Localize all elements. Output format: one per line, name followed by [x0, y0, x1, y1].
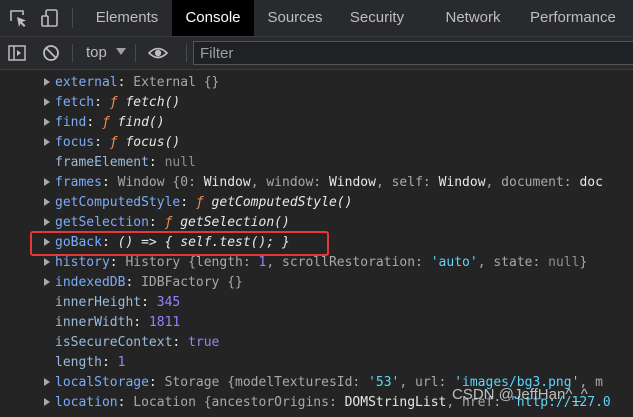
toolbar-divider: [135, 44, 136, 62]
toolbar-divider: [186, 44, 187, 62]
inspect-element-icon[interactable]: [8, 8, 28, 28]
filter-input[interactable]: [193, 41, 633, 65]
property-row-find[interactable]: find: ƒ find(): [0, 113, 633, 133]
expand-arrow-icon[interactable]: [44, 278, 50, 286]
property-row-getComputedStyle[interactable]: getComputedStyle: ƒ getComputedStyle(): [0, 193, 633, 213]
tab-console[interactable]: Console: [172, 0, 254, 36]
watermark: CSDN @JeffHan^_^: [452, 386, 588, 403]
property-row-history[interactable]: history: History {length: 1, scrollResto…: [0, 253, 633, 273]
expand-arrow-icon[interactable]: [44, 78, 50, 86]
property-row-external[interactable]: external: External {}: [0, 73, 633, 93]
property-row-focus[interactable]: focus: ƒ focus(): [0, 133, 633, 153]
property-row-isSecureContext: isSecureContext: true: [55, 335, 220, 350]
tab-performance[interactable]: Performance: [518, 0, 633, 36]
property-row-length: length: 1: [55, 355, 126, 370]
context-selector[interactable]: top: [86, 37, 107, 69]
tabbar-divider: [72, 8, 73, 28]
tab-security[interactable]: Security: [336, 0, 418, 36]
tab-elements[interactable]: Elements: [82, 0, 172, 36]
property-row-innerHeight: innerHeight: 345: [55, 295, 181, 310]
toolbar-divider: [72, 44, 73, 62]
property-row-frames[interactable]: frames: Window {0: Window, window: Windo…: [0, 173, 633, 193]
expand-arrow-icon[interactable]: [44, 118, 50, 126]
expand-arrow-icon[interactable]: [44, 398, 50, 406]
tab-sources[interactable]: Sources: [254, 0, 336, 36]
devtools-tabbar: Elements Console Sources Security Networ…: [0, 0, 633, 37]
property-row-indexedDB[interactable]: indexedDB: IDBFactory {}: [0, 273, 633, 293]
expand-arrow-icon[interactable]: [44, 98, 50, 106]
console-toolbar: top: [0, 37, 633, 70]
expand-arrow-icon[interactable]: [44, 138, 50, 146]
property-row-frameElement: frameElement: null: [55, 155, 196, 170]
eye-icon[interactable]: [148, 43, 168, 63]
expand-arrow-icon[interactable]: [44, 218, 50, 226]
expand-arrow-icon[interactable]: [44, 198, 50, 206]
expand-arrow-icon[interactable]: [44, 378, 50, 386]
chevron-down-icon[interactable]: [116, 48, 126, 55]
property-row-innerWidth: innerWidth: 1811: [55, 315, 181, 330]
clear-console-icon[interactable]: [41, 43, 61, 63]
property-row-getSelection[interactable]: getSelection: ƒ getSelection(): [0, 213, 633, 233]
tab-network[interactable]: Network: [428, 0, 518, 36]
highlight-box: [30, 231, 329, 256]
property-row-fetch[interactable]: fetch: ƒ fetch(): [0, 93, 633, 113]
expand-arrow-icon[interactable]: [44, 258, 50, 266]
expand-arrow-icon[interactable]: [44, 178, 50, 186]
device-toolbar-icon[interactable]: [40, 8, 60, 28]
sidebar-toggle-icon[interactable]: [7, 43, 27, 63]
